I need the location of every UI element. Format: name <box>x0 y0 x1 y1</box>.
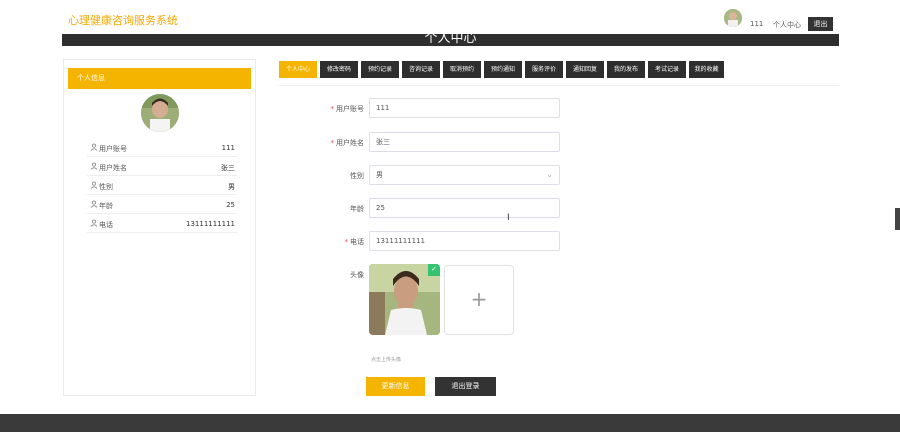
upload-tip: 点击上传头像 <box>371 357 402 363</box>
info-label: 年龄 <box>99 202 113 210</box>
banner-title: 个人中心 <box>424 34 477 46</box>
tab-consult-records[interactable]: 咨询记录 <box>402 61 440 78</box>
page-footer <box>0 414 900 432</box>
info-row-name: 用户姓名 张三 <box>87 158 237 176</box>
update-info-button[interactable]: 更新信息 <box>366 377 425 396</box>
avatar-image <box>724 9 742 27</box>
tab-personal-center[interactable]: 个人中心 <box>279 61 317 78</box>
user-icon <box>90 143 98 151</box>
plus-icon: + <box>470 287 488 311</box>
upload-avatar-button[interactable]: + <box>444 265 514 335</box>
chevron-down-icon: ⌄ <box>546 170 553 179</box>
required-mark: * <box>330 139 335 147</box>
avatar-image <box>141 94 179 132</box>
logout-button[interactable]: 退出登录 <box>435 377 496 396</box>
tab-notice-reply[interactable]: 通知回复 <box>566 61 604 78</box>
phone-label: * 电话 <box>344 238 365 246</box>
phone-field[interactable]: 13111111111 <box>369 231 560 251</box>
avatar-label: 头像 <box>350 271 364 279</box>
check-icon: ✓ <box>428 264 440 276</box>
user-icon <box>90 162 98 170</box>
info-value: 111 <box>221 144 235 152</box>
profile-panel-title: 个人信息 <box>68 68 251 89</box>
info-value: 男 <box>228 183 235 191</box>
uploaded-avatar[interactable]: ✓ <box>369 264 440 335</box>
user-icon <box>90 200 98 208</box>
tab-exam-records[interactable]: 考试记录 <box>648 61 686 78</box>
header-username: 111 <box>750 20 764 28</box>
profile-panel: 个人信息 用户账号 111 用户姓名 张三 性别 男 年龄 25 电话 1311… <box>63 59 256 396</box>
page-banner: 个人中心 <box>62 34 839 46</box>
profile-avatar <box>141 94 179 132</box>
user-icon <box>90 219 98 227</box>
name-label: * 用户姓名 <box>330 139 365 147</box>
required-mark: * <box>344 238 349 246</box>
tab-booking-records[interactable]: 预约记录 <box>361 61 399 78</box>
gender-selected-value: 男 <box>376 171 383 179</box>
age-field[interactable]: 25 <box>369 198 560 218</box>
tab-booking-notice[interactable]: 预约通知 <box>484 61 522 78</box>
info-row-gender: 性别 男 <box>87 177 237 195</box>
tab-my-posts[interactable]: 我的发布 <box>607 61 645 78</box>
top-header: 心理健康咨询服务系统 111 个人中心 退出 <box>0 0 900 34</box>
name-field[interactable]: 张三 <box>369 132 560 152</box>
age-label: 年龄 <box>350 205 364 213</box>
gender-select[interactable]: 男 ⌄ <box>369 165 560 185</box>
personal-center-link[interactable]: 个人中心 <box>773 20 801 30</box>
tab-service-review[interactable]: 服务评价 <box>525 61 563 78</box>
header-logout-button[interactable]: 退出 <box>808 17 833 31</box>
account-field[interactable]: 111 <box>369 98 560 118</box>
site-title[interactable]: 心理健康咨询服务系统 <box>68 12 178 28</box>
tab-divider <box>279 85 839 86</box>
text-cursor-icon: I <box>507 213 510 223</box>
info-row-age: 年龄 25 <box>87 196 237 214</box>
info-label: 性别 <box>99 183 113 191</box>
account-label: * 用户账号 <box>330 105 365 113</box>
header-avatar[interactable] <box>724 9 742 27</box>
info-label: 用户账号 <box>99 145 127 153</box>
info-label: 电话 <box>99 221 113 229</box>
gender-label: 性别 <box>350 172 364 180</box>
tab-cancel-booking[interactable]: 取消预约 <box>443 61 481 78</box>
user-icon <box>90 181 98 189</box>
info-value: 13111111111 <box>186 220 235 228</box>
info-value: 25 <box>226 201 235 209</box>
info-row-phone: 电话 13111111111 <box>87 215 237 233</box>
info-row-account: 用户账号 111 <box>87 139 237 157</box>
required-mark: * <box>330 105 335 113</box>
tab-change-password[interactable]: 修改密码 <box>320 61 358 78</box>
info-value: 张三 <box>221 164 235 172</box>
tab-my-favorites[interactable]: 我的收藏 <box>689 61 724 78</box>
info-label: 用户姓名 <box>99 164 127 172</box>
scrollbar-thumb[interactable] <box>895 208 900 230</box>
